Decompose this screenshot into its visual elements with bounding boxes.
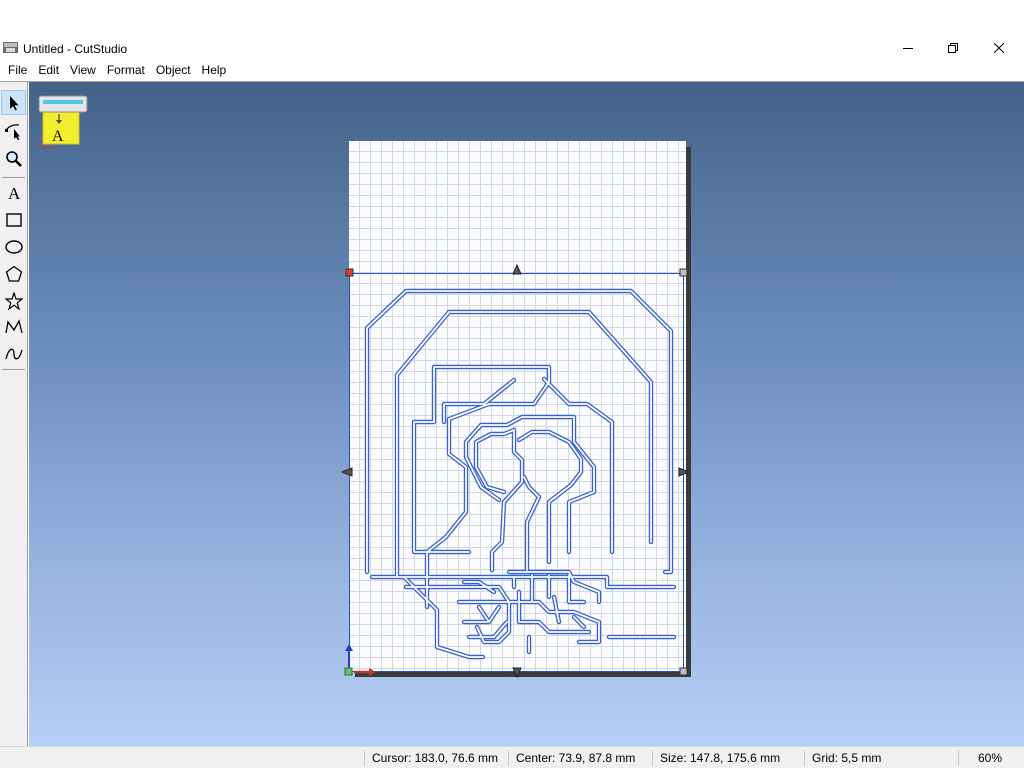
restore-button[interactable]: [930, 36, 976, 60]
close-icon: [994, 43, 1004, 53]
magnifier-icon: [5, 150, 22, 167]
pentagon-icon: [5, 265, 22, 282]
status-divider: [958, 750, 959, 766]
tool-palette: A: [0, 82, 28, 746]
pcb-trace-artwork[interactable]: [364, 288, 677, 660]
selection-handle-top-right: [679, 268, 688, 277]
restore-icon: [948, 43, 958, 53]
node-edit-icon: [4, 123, 20, 140]
menu-file[interactable]: File: [2, 60, 32, 81]
selection-handle-top-left: [345, 268, 354, 277]
app-icon: [3, 42, 18, 53]
polyline-icon: [4, 318, 23, 333]
cutstudio-window: Untitled - CutStudio File Edit View Form…: [0, 0, 1024, 768]
menu-bar: File Edit View Format Object Help: [0, 60, 1024, 81]
toolbar-divider: [2, 177, 25, 178]
menu-format[interactable]: Format: [101, 60, 150, 81]
selection-box[interactable]: [340, 263, 691, 679]
polygon-tool[interactable]: [1, 261, 26, 286]
curve-tool[interactable]: [1, 341, 26, 366]
menu-edit[interactable]: Edit: [32, 60, 64, 81]
zoom-tool[interactable]: [1, 146, 26, 171]
minimize-icon: [903, 48, 913, 49]
node-edit-tool[interactable]: [1, 118, 26, 143]
text-a-icon: A: [8, 184, 21, 202]
polyline-tool[interactable]: [1, 314, 26, 339]
select-tool[interactable]: [1, 90, 26, 115]
selection-handle-bottom: [512, 667, 522, 679]
selection-handle-left: [340, 467, 353, 477]
window-title: Untitled - CutStudio: [23, 42, 128, 56]
toolbar-divider: [2, 369, 25, 370]
ellipse-icon: [4, 239, 23, 254]
menu-help[interactable]: Help: [196, 60, 232, 81]
grid-readout: Grid: 5,5 mm: [812, 751, 882, 765]
close-button[interactable]: [976, 36, 1022, 60]
zoom-readout: 60%: [978, 751, 1003, 765]
svg-text:A: A: [8, 184, 21, 202]
menu-object[interactable]: Object: [150, 60, 196, 81]
rectangle-icon: [5, 212, 22, 227]
star-tool[interactable]: [1, 288, 26, 313]
center-readout: Center: 73.9, 87.8 mm: [516, 751, 636, 765]
selection-handle-top: [512, 263, 522, 275]
text-tool[interactable]: A: [1, 180, 26, 205]
design-overlay: [340, 263, 691, 679]
menu-view[interactable]: View: [64, 60, 101, 81]
cursor-readout: Cursor: 183.0, 76.6 mm: [372, 751, 499, 765]
star-icon: [4, 291, 23, 310]
size-readout: Size: 147.8, 175.6 mm: [660, 751, 781, 765]
minimize-button[interactable]: [885, 36, 931, 60]
ellipse-tool[interactable]: [1, 234, 26, 259]
title-bar[interactable]: Untitled - CutStudio: [0, 36, 1024, 60]
curve-icon: [4, 348, 23, 359]
selection-handle-bottom-right: [679, 667, 688, 676]
arrow-pointer-icon: [9, 95, 18, 110]
rectangle-tool[interactable]: [1, 207, 26, 232]
origin-axes-icon: [344, 644, 376, 676]
status-bar: Cursor: 183.0, 76.6 mm Center: 73.9, 87.…: [0, 746, 1024, 768]
drawing-canvas[interactable]: A: [29, 82, 1024, 746]
